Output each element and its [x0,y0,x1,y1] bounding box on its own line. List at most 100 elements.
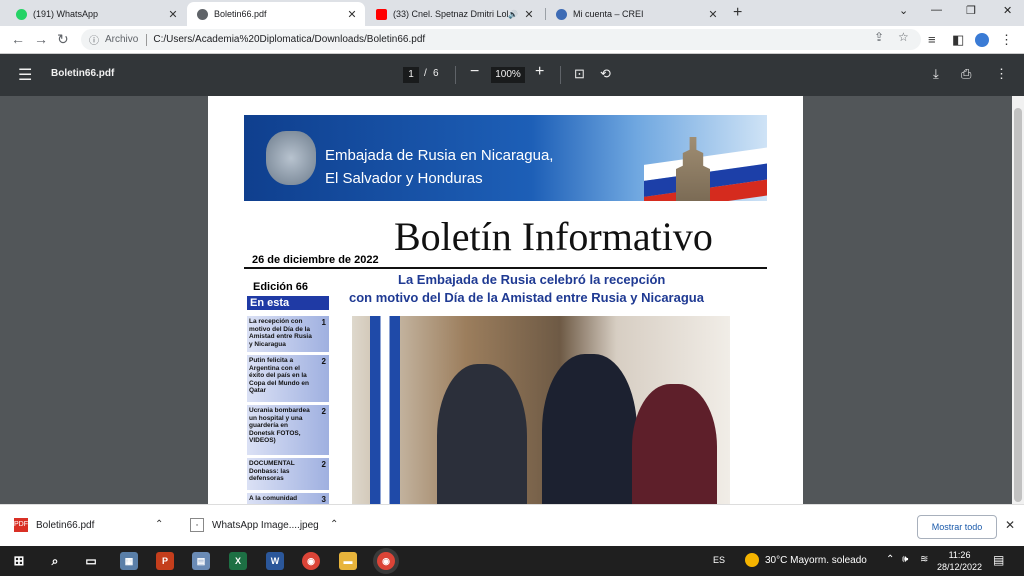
chrome-menu-icon[interactable]: ⋮ [1000,32,1013,48]
tab-title: (191) WhatsApp [33,9,99,19]
speaker-icon[interactable]: 🔊 [508,10,518,19]
download-icon[interactable]: ⤓ [933,66,939,82]
close-tab-icon[interactable]: ✕ [522,8,536,21]
close-tab-icon[interactable]: ✕ [706,8,720,21]
toc-page: 1 [321,318,326,327]
chrome-icon[interactable]: ◉ [302,552,320,570]
reload-icon[interactable]: ↻ [57,31,69,48]
tab-title: Boletin66.pdf [214,9,267,19]
restore-button[interactable]: ❐ [966,4,976,17]
calculator-icon[interactable]: ▦ [120,552,138,570]
person-figure [542,354,637,504]
issue-date: 26 de diciembre de 2022 [252,254,379,266]
toc-text: Ucrania bombardea un hospital y una guar… [249,407,310,444]
back-icon[interactable]: ← [11,31,25,47]
forward-icon[interactable]: → [34,31,48,47]
powerpoint-icon[interactable]: P [156,552,174,570]
more-options-icon[interactable]: ⋮ [995,66,1008,82]
task-view-icon[interactable]: ▭ [82,552,100,570]
keyboard-language[interactable]: ES [713,555,725,565]
show-all-button[interactable]: Mostrar todo [917,515,997,539]
print-icon[interactable]: ⎙ [961,66,971,82]
close-downloads-icon[interactable]: ✕ [1005,518,1015,532]
chevron-up-icon[interactable]: ⌃ [886,554,894,565]
sun-icon [745,553,759,567]
rotate-icon[interactable]: ⟲ [600,66,611,82]
page-total: 6 [433,68,439,79]
profile-avatar[interactable] [975,33,989,47]
bulletin-title: Boletín Informativo [394,214,713,259]
notifications-icon[interactable]: ▤ [993,553,1004,567]
image-file-icon: ▫ [190,518,204,532]
download-item[interactable]: PDF Boletin66.pdf [14,518,94,532]
crei-icon [556,8,567,20]
minimize-button[interactable]: — [931,4,942,16]
wifi-icon[interactable]: ≋ [920,554,928,565]
download-filename: WhatsApp Image....jpeg [212,519,319,531]
toolbar-divider [560,66,561,84]
ministry-building-image [676,137,710,201]
media-control-icon[interactable]: ≡ [928,32,936,47]
tab-title: (33) Cnel. Spetnaz Dmitri Lol [393,9,509,19]
info-icon[interactable]: ⓘ [89,32,99,47]
tab-crei[interactable]: Mi cuenta – CREI ✕ [546,2,726,26]
url-text[interactable]: C:/Users/Academia%20Diplomatica/Download… [153,34,425,45]
bookmark-star-icon[interactable]: ☆ [898,30,909,44]
tab-strip: (191) WhatsApp ✕ Boletin66.pdf ✕ (33) Cn… [0,0,1024,26]
tab-title: Mi cuenta – CREI [573,9,644,19]
downloads-bar: PDF Boletin66.pdf ⌃ ▫ WhatsApp Image....… [0,504,1024,546]
close-window-button[interactable]: ✕ [1003,4,1012,17]
toc-text: Putin felicita a Argentina con el éxito … [249,357,309,394]
tab-youtube[interactable]: (33) Cnel. Spetnaz Dmitri Lol 🔊 ✕ [366,2,542,26]
chevron-up-icon[interactable]: ⌃ [155,519,163,530]
excel-icon[interactable]: X [229,552,247,570]
clock-date: 28/12/2022 [937,562,983,572]
chrome-active-icon[interactable]: ◉ [377,552,395,570]
scrollbar[interactable] [1012,96,1024,504]
fit-page-icon[interactable]: ⊡ [574,66,585,82]
address-bar-row: ← → ↻ ⓘ Archivo C:/Users/Academia%20Dipl… [0,26,1024,54]
in-this-edition-header: En esta edición [247,296,329,323]
zoom-in-button[interactable]: + [535,63,544,81]
scheme-label: Archivo [105,34,139,45]
side-panel-icon[interactable]: ◧ [952,32,964,48]
page-number-input[interactable]: 1 [403,67,419,83]
scrollbar-thumb[interactable] [1014,108,1022,502]
download-item[interactable]: ▫ WhatsApp Image....jpeg [190,518,319,532]
close-tab-icon[interactable]: ✕ [166,8,180,21]
russian-coat-of-arms-icon [266,131,316,185]
share-icon[interactable]: ⇪ [874,30,884,44]
toc-text: La recepción con motivo del Día de la Am… [249,318,312,348]
banner-line-1: Embajada de Rusia en Nicaragua, [325,147,554,164]
search-icon[interactable]: ⌕ [46,552,64,570]
volume-icon[interactable]: 🕪 [902,554,908,565]
pdf-viewer[interactable]: Embajada de Rusia en Nicaragua, El Salva… [0,96,1024,504]
headline-line-1: La Embajada de Rusia celebró la recepció… [398,272,666,287]
chevron-up-icon[interactable]: ⌃ [330,519,338,530]
network-app-icon[interactable]: ▤ [192,552,210,570]
close-tab-icon[interactable]: ✕ [345,8,359,21]
file-explorer-icon[interactable]: ▬ [339,552,357,570]
word-icon[interactable]: W [266,552,284,570]
tab-whatsapp[interactable]: (191) WhatsApp ✕ [6,2,186,26]
omnibox-divider [146,33,148,46]
hamburger-menu-icon[interactable]: ☰ [18,65,32,85]
omnibox[interactable]: ⓘ Archivo C:/Users/Academia%20Diplomatic… [81,29,921,50]
zoom-out-button[interactable]: − [470,63,479,81]
banner-line-2: El Salvador y Honduras [325,170,483,187]
toc-page: 2 [321,460,326,469]
globe-icon [197,8,208,20]
embassy-banner: Embajada de Rusia en Nicaragua, El Salva… [244,115,767,201]
tab-search-icon[interactable]: ⌄ [899,4,908,17]
windows-start-icon[interactable]: ⊞ [10,552,28,570]
toc-item: La recepción con motivo del Día de la Am… [247,316,329,352]
system-clock[interactable]: 11:26 28/12/2022 [937,549,982,573]
zoom-level-input[interactable]: 100% [491,67,525,83]
toolbar-divider [455,66,456,84]
pdf-toolbar: ☰ Boletin66.pdf 1 / 6 − 100% + ⊡ ⟲ ⤓ ⎙ ⋮ [0,54,1024,96]
page-separator: / [424,68,427,79]
download-filename: Boletin66.pdf [36,519,95,531]
new-tab-button[interactable]: + [733,4,742,22]
tab-boletin[interactable]: Boletin66.pdf ✕ [187,2,365,26]
weather-text[interactable]: 30°C Mayorm. soleado [765,555,867,566]
